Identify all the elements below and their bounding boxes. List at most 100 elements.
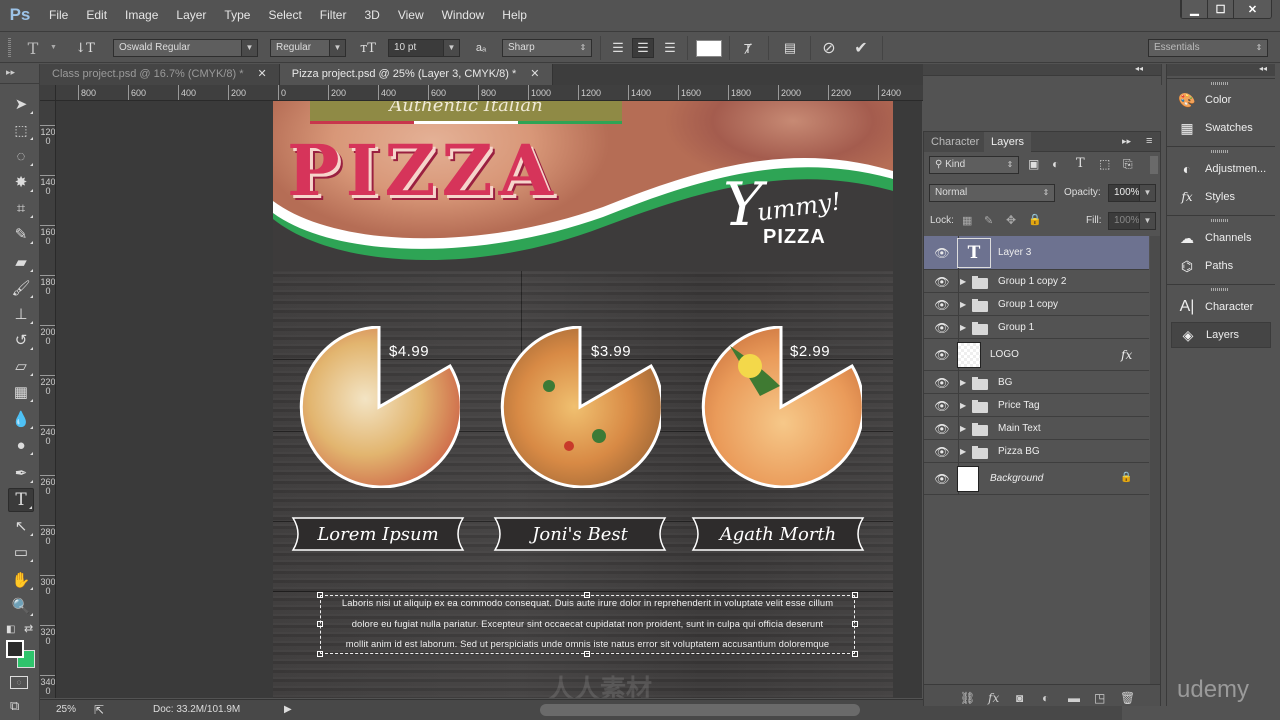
visibility-eye-icon[interactable]: 👁 [934, 299, 950, 311]
history-brush-tool-icon[interactable]: ↺ [8, 328, 34, 352]
layer-name[interactable]: Background [990, 473, 1043, 484]
menu-type[interactable]: Type [215, 8, 259, 22]
layer-name[interactable]: Group 1 copy [998, 299, 1058, 310]
path-selection-tool-icon[interactable]: ↖ [8, 514, 34, 538]
align-left-button[interactable]: ☰ [607, 38, 629, 58]
layer-name[interactable]: Price Tag [998, 400, 1040, 411]
vertical-ruler[interactable]: 1000120014001600180020002200240026002800… [40, 101, 56, 698]
dock-paths[interactable]: ⌬ Paths [1171, 253, 1271, 279]
workspace-select[interactable]: Essentials ⇕ [1148, 39, 1268, 57]
visibility-eye-icon[interactable]: 👁 [934, 473, 950, 485]
lock-position-icon[interactable]: ✥ [1006, 213, 1016, 227]
layer-name[interactable]: Group 1 copy 2 [998, 276, 1066, 287]
panel-collapse-icon[interactable]: ▸▸ [0, 64, 39, 84]
menu-edit[interactable]: Edit [77, 8, 116, 22]
dock-swatches[interactable]: ▦ Swatches [1171, 115, 1271, 141]
dock-color[interactable]: 🎨 Color [1171, 87, 1271, 113]
transform-handle[interactable] [317, 592, 323, 598]
expand-group-icon[interactable]: ▶ [960, 277, 966, 286]
dock-layers[interactable]: ◈ Layers [1171, 322, 1271, 348]
blend-mode-select[interactable]: Normal ⇕ [929, 184, 1055, 202]
layer-row[interactable]: 👁 ▶ Main Text [924, 417, 1149, 440]
lock-icon[interactable]: 🔒 [1120, 472, 1132, 483]
close-tab-icon[interactable]: ✕ [530, 64, 539, 85]
transform-handle[interactable] [852, 621, 858, 627]
add-mask-icon[interactable]: ◙ [1016, 691, 1023, 705]
filter-shape-icon[interactable]: ⬚ [1099, 157, 1110, 171]
layer-row[interactable]: 👁 ▶ Group 1 copy [924, 293, 1149, 316]
menu-select[interactable]: Select [259, 8, 310, 22]
dodge-tool-icon[interactable]: ● [8, 433, 34, 457]
minimize-button[interactable]: ▁ [1181, 0, 1207, 18]
font-size-select[interactable]: 10 pt ▼ [388, 39, 460, 57]
text-color-swatch[interactable] [696, 40, 722, 57]
visibility-eye-icon[interactable]: 👁 [934, 446, 950, 458]
swap-colors-icon[interactable]: ⇄ [24, 622, 33, 635]
status-menu-arrow-icon[interactable]: ▶ [284, 704, 292, 715]
layer-name[interactable]: Pizza BG [998, 446, 1040, 457]
menu-layer[interactable]: Layer [167, 8, 215, 22]
transform-handle[interactable] [584, 592, 590, 598]
dock-character[interactable]: A| Character [1171, 294, 1271, 320]
expand-panel-icon[interactable]: ▸▸ [1122, 136, 1131, 147]
collapse-dock-icon[interactable]: ◂◂ [1259, 64, 1267, 73]
layer-row[interactable]: 👁 ▶ Pizza BG [924, 440, 1149, 463]
expand-group-icon[interactable]: ▶ [960, 447, 966, 456]
cancel-edit-icon[interactable]: ⊘ [818, 38, 840, 58]
menu-filter[interactable]: Filter [311, 8, 356, 22]
lock-image-icon[interactable]: ✎ [984, 214, 993, 227]
layer-row[interactable]: 👁 ▶ Group 1 [924, 316, 1149, 339]
menu-image[interactable]: Image [116, 8, 167, 22]
zoom-level[interactable]: 25% [56, 704, 76, 715]
horizontal-scrollbar[interactable] [540, 704, 860, 716]
visibility-eye-icon[interactable]: 👁 [934, 247, 950, 259]
menu-3d[interactable]: 3D [355, 8, 388, 22]
menu-file[interactable]: File [40, 8, 77, 22]
layer-row[interactable]: 👁 ▶ BG [924, 371, 1149, 394]
pen-tool-icon[interactable]: ✒ [8, 461, 34, 485]
magic-wand-tool-icon[interactable]: ✸ [8, 170, 34, 194]
layer-effects-icon[interactable]: fx [1121, 348, 1132, 362]
expand-group-icon[interactable]: ▶ [960, 424, 966, 433]
layer-name[interactable]: Layer 3 [998, 247, 1031, 258]
new-group-icon[interactable]: ▬ [1068, 691, 1080, 705]
collapse-panels-icon[interactable]: ◂◂ [1135, 64, 1143, 73]
font-family-select[interactable]: Oswald Regular ▼ [113, 39, 258, 57]
pizza-flyer-document[interactable]: Authentic Italian PIZZA Y ummy! PIZZA $4… [273, 101, 893, 698]
visibility-eye-icon[interactable]: 👁 [934, 349, 950, 361]
link-layers-icon[interactable]: ⛓ [960, 691, 975, 705]
maximize-button[interactable]: ☐ [1207, 0, 1233, 18]
filter-toggle[interactable] [1150, 156, 1158, 174]
tab-pizza-project[interactable]: Pizza project.psd @ 25% (Layer 3, CMYK/8… [279, 64, 553, 85]
eraser-tool-icon[interactable]: ▱ [8, 354, 34, 378]
quick-mask-icon[interactable]: ◌ [10, 676, 28, 689]
filter-pixel-icon[interactable]: ▣ [1028, 157, 1039, 171]
gradient-tool-icon[interactable]: ▦ [8, 380, 34, 404]
options-grip[interactable] [8, 38, 11, 58]
screen-mode-icon[interactable]: ⧉ [10, 698, 19, 714]
healing-brush-tool-icon[interactable]: ▰ [8, 250, 34, 274]
tab-class-project[interactable]: Class project.psd @ 16.7% (CMYK/8) * ✕ [40, 64, 280, 85]
antialias-select[interactable]: Sharp ⇕ [502, 39, 592, 57]
foreground-color-swatch[interactable] [6, 640, 24, 658]
layer-name[interactable]: LOGO [990, 349, 1019, 360]
character-panel-toggle-icon[interactable]: ▤ [779, 38, 801, 58]
new-adjustment-icon[interactable]: ◐ [1042, 691, 1049, 705]
layers-scrollbar[interactable] [1150, 236, 1160, 686]
close-tab-icon[interactable]: ✕ [258, 64, 267, 85]
menu-view[interactable]: View [389, 8, 433, 22]
share-icon[interactable]: ⇱ [94, 703, 104, 717]
align-right-button[interactable]: ☰ [659, 38, 681, 58]
marquee-tool-icon[interactable]: ⬚ [8, 118, 34, 142]
tool-preset-picker[interactable]: T [22, 38, 44, 58]
visibility-eye-icon[interactable]: 👁 [934, 322, 950, 334]
zoom-tool-icon[interactable]: 🔍 [8, 594, 34, 618]
toggle-orientation-icon[interactable]: ↓T [74, 38, 96, 58]
transform-handle[interactable] [852, 592, 858, 598]
layer-name[interactable]: BG [998, 377, 1012, 388]
layer-row[interactable]: 👁 LOGO fx [924, 339, 1149, 371]
tab-layers[interactable]: Layers [984, 132, 1032, 152]
filter-smart-object-icon[interactable]: ⎘ [1123, 157, 1133, 172]
filter-type-icon[interactable]: T [1076, 156, 1085, 171]
expand-group-icon[interactable]: ▶ [960, 323, 966, 332]
